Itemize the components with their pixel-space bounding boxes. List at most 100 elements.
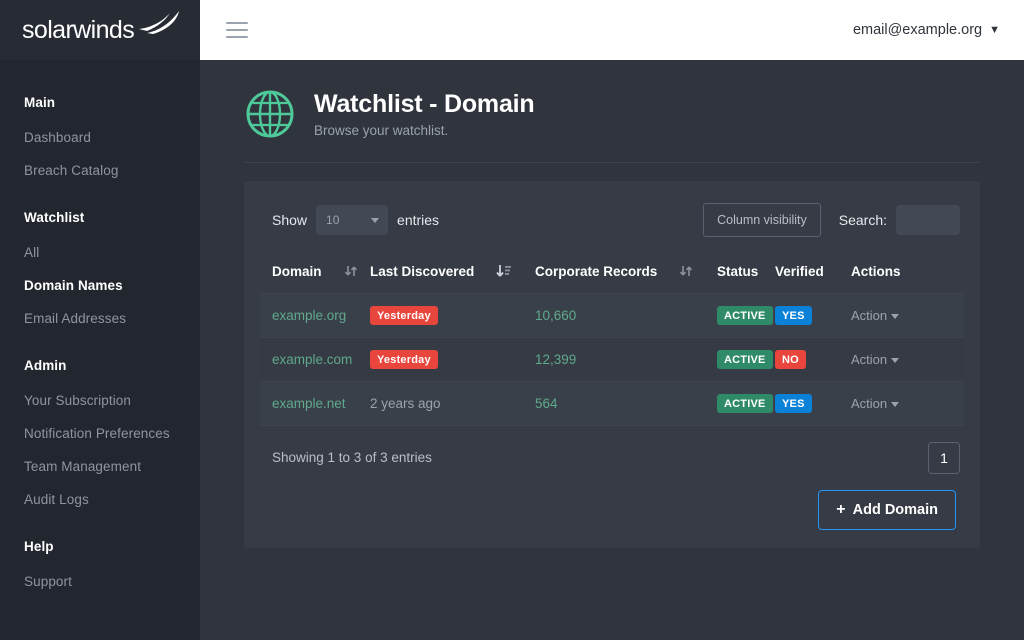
sidebar-item-email-addresses[interactable]: Email Addresses (0, 302, 200, 335)
domain-link[interactable]: example.org (272, 308, 346, 323)
sidebar-item-team-management[interactable]: Team Management (0, 450, 200, 483)
table-row[interactable]: example.net 2 years ago 564 ACTIVE YES A… (260, 381, 964, 426)
sidebar-item-all[interactable]: All (0, 236, 200, 269)
user-menu[interactable]: email@example.org ▼ (853, 22, 1000, 38)
cell-domain: example.com (260, 338, 370, 382)
solarwinds-swoosh-icon (137, 9, 181, 40)
column-label-verified: Verified (775, 263, 824, 279)
top-bar: email@example.org ▼ (200, 0, 1024, 60)
sidebar-item-domain-names[interactable]: Domain Names (0, 269, 200, 302)
page-length-control: Show 10 entries (272, 205, 439, 235)
sidebar-group-admin: Admin Your Subscription Notification Pre… (0, 347, 200, 516)
cell-last-discovered: Yesterday (370, 294, 535, 338)
page-subtitle: Browse your watchlist. (314, 123, 449, 139)
corporate-records-value: 564 (535, 396, 558, 412)
column-label-status: Status (717, 263, 759, 279)
last-discovered-value: 2 years ago (370, 396, 441, 412)
sidebar-item-audit-logs[interactable]: Audit Logs (0, 483, 200, 516)
column-header-last-discovered[interactable]: Last Discovered (370, 263, 535, 294)
column-visibility-button[interactable]: Column visibility (703, 203, 821, 237)
sidebar-item-support[interactable]: Support (0, 565, 200, 598)
cell-status: ACTIVE (717, 382, 775, 426)
sidebar-heading-admin: Admin (24, 358, 67, 373)
sidebar-heading-main: Main (24, 95, 56, 110)
entries-label: entries (397, 212, 440, 228)
action-dropdown[interactable]: Action (851, 308, 900, 324)
column-header-verified: Verified (775, 263, 851, 294)
cell-actions: Action (851, 294, 964, 338)
brand-name: solarwinds (22, 15, 135, 44)
sidebar-item-notification-preferences[interactable]: Notification Preferences (0, 417, 200, 450)
last-discovered-badge: Yesterday (370, 350, 438, 370)
main-area: email@example.org ▼ Watchlist - Domain B… (200, 0, 1024, 640)
sidebar-heading-watchlist: Watchlist (24, 210, 85, 225)
sidebar-group-help: Help Support (0, 528, 200, 598)
sort-desc-icon[interactable] (496, 263, 512, 279)
column-label-last-discovered: Last Discovered (370, 263, 475, 279)
add-domain-label: Add Domain (852, 502, 938, 519)
sidebar-heading-help: Help (24, 539, 54, 554)
table-controls: Show 10 entries Column visibility Search… (260, 203, 964, 237)
action-dropdown[interactable]: Action (851, 352, 900, 367)
corporate-records-value: 12,399 (535, 352, 577, 368)
sidebar-group-watchlist: Watchlist All Domain Names Email Address… (0, 199, 200, 335)
action-label: Action (851, 308, 888, 324)
cell-actions: Action (851, 338, 964, 382)
watchlist-table: Domain Last Discovered Corporate Records… (260, 263, 964, 426)
sidebar-group-main: Main Dashboard Breach Catalog (0, 84, 200, 187)
page-header: Watchlist - Domain Browse your watchlist… (244, 60, 980, 162)
sort-both-icon[interactable] (679, 263, 693, 279)
verified-badge: YES (775, 394, 812, 414)
search-input[interactable] (896, 205, 960, 235)
cell-corporate-records: 12,399 (535, 338, 717, 382)
status-badge: ACTIVE (717, 306, 773, 326)
watchlist-card: Show 10 entries Column visibility Search… (244, 181, 980, 549)
verified-badge: NO (775, 350, 806, 370)
page-length-select[interactable]: 10 (316, 205, 389, 235)
column-header-corporate-records[interactable]: Corporate Records (535, 263, 717, 294)
sort-both-icon[interactable] (344, 263, 358, 279)
action-dropdown[interactable]: Action (851, 396, 900, 411)
page-title: Watchlist - Domain (314, 89, 535, 118)
corporate-records-value: 10,660 (535, 308, 577, 324)
add-domain-button[interactable]: + Add Domain (818, 490, 956, 531)
domain-link[interactable]: example.net (272, 396, 346, 411)
content-area: Watchlist - Domain Browse your watchlist… (200, 60, 1024, 640)
cell-status: ACTIVE (717, 294, 775, 338)
chevron-down-icon: ▼ (989, 23, 1000, 36)
hamburger-icon[interactable] (226, 22, 248, 38)
table-row[interactable]: example.com Yesterday 12,399 ACTIVE NO A… (260, 337, 964, 382)
globe-icon (244, 88, 296, 140)
status-badge: ACTIVE (717, 394, 773, 414)
showing-entries-text: Showing 1 to 3 of 3 entries (272, 450, 432, 466)
sidebar-nav: Main Dashboard Breach Catalog Watchlist … (0, 60, 200, 598)
sidebar: solarwinds Main Dashboard Breach Catalog… (0, 0, 200, 640)
column-label-corporate-records: Corporate Records (535, 263, 658, 279)
table-footer: Showing 1 to 3 of 3 entries 1 + Add Doma… (260, 442, 964, 531)
table-header-row: Domain Last Discovered Corporate Records… (260, 263, 964, 294)
sidebar-item-dashboard[interactable]: Dashboard (0, 121, 200, 154)
column-label-domain: Domain (272, 263, 322, 279)
column-header-domain[interactable]: Domain (260, 263, 370, 294)
search-control: Search: (839, 205, 960, 235)
domain-link[interactable]: example.com (272, 352, 352, 367)
brand-logo[interactable]: solarwinds (0, 0, 200, 60)
cell-verified: YES (775, 382, 851, 426)
search-label: Search: (838, 212, 887, 228)
table-head: Domain Last Discovered Corporate Records… (260, 263, 964, 294)
page-length-value: 10 (326, 213, 340, 227)
plus-icon: + (836, 501, 846, 519)
sidebar-item-breach-catalog[interactable]: Breach Catalog (0, 154, 200, 187)
app-root: solarwinds Main Dashboard Breach Catalog… (0, 0, 1024, 640)
cell-corporate-records: 564 (535, 382, 717, 426)
verified-badge: YES (775, 306, 812, 326)
table-row[interactable]: example.org Yesterday 10,660 ACTIVE YES … (260, 293, 964, 338)
sidebar-item-your-subscription[interactable]: Your Subscription (0, 384, 200, 417)
cell-last-discovered: Yesterday (370, 338, 535, 382)
pagination-page-1[interactable]: 1 (928, 442, 960, 475)
last-discovered-badge: Yesterday (370, 306, 438, 326)
cell-verified: YES (775, 294, 851, 338)
cell-verified: NO (775, 338, 851, 382)
